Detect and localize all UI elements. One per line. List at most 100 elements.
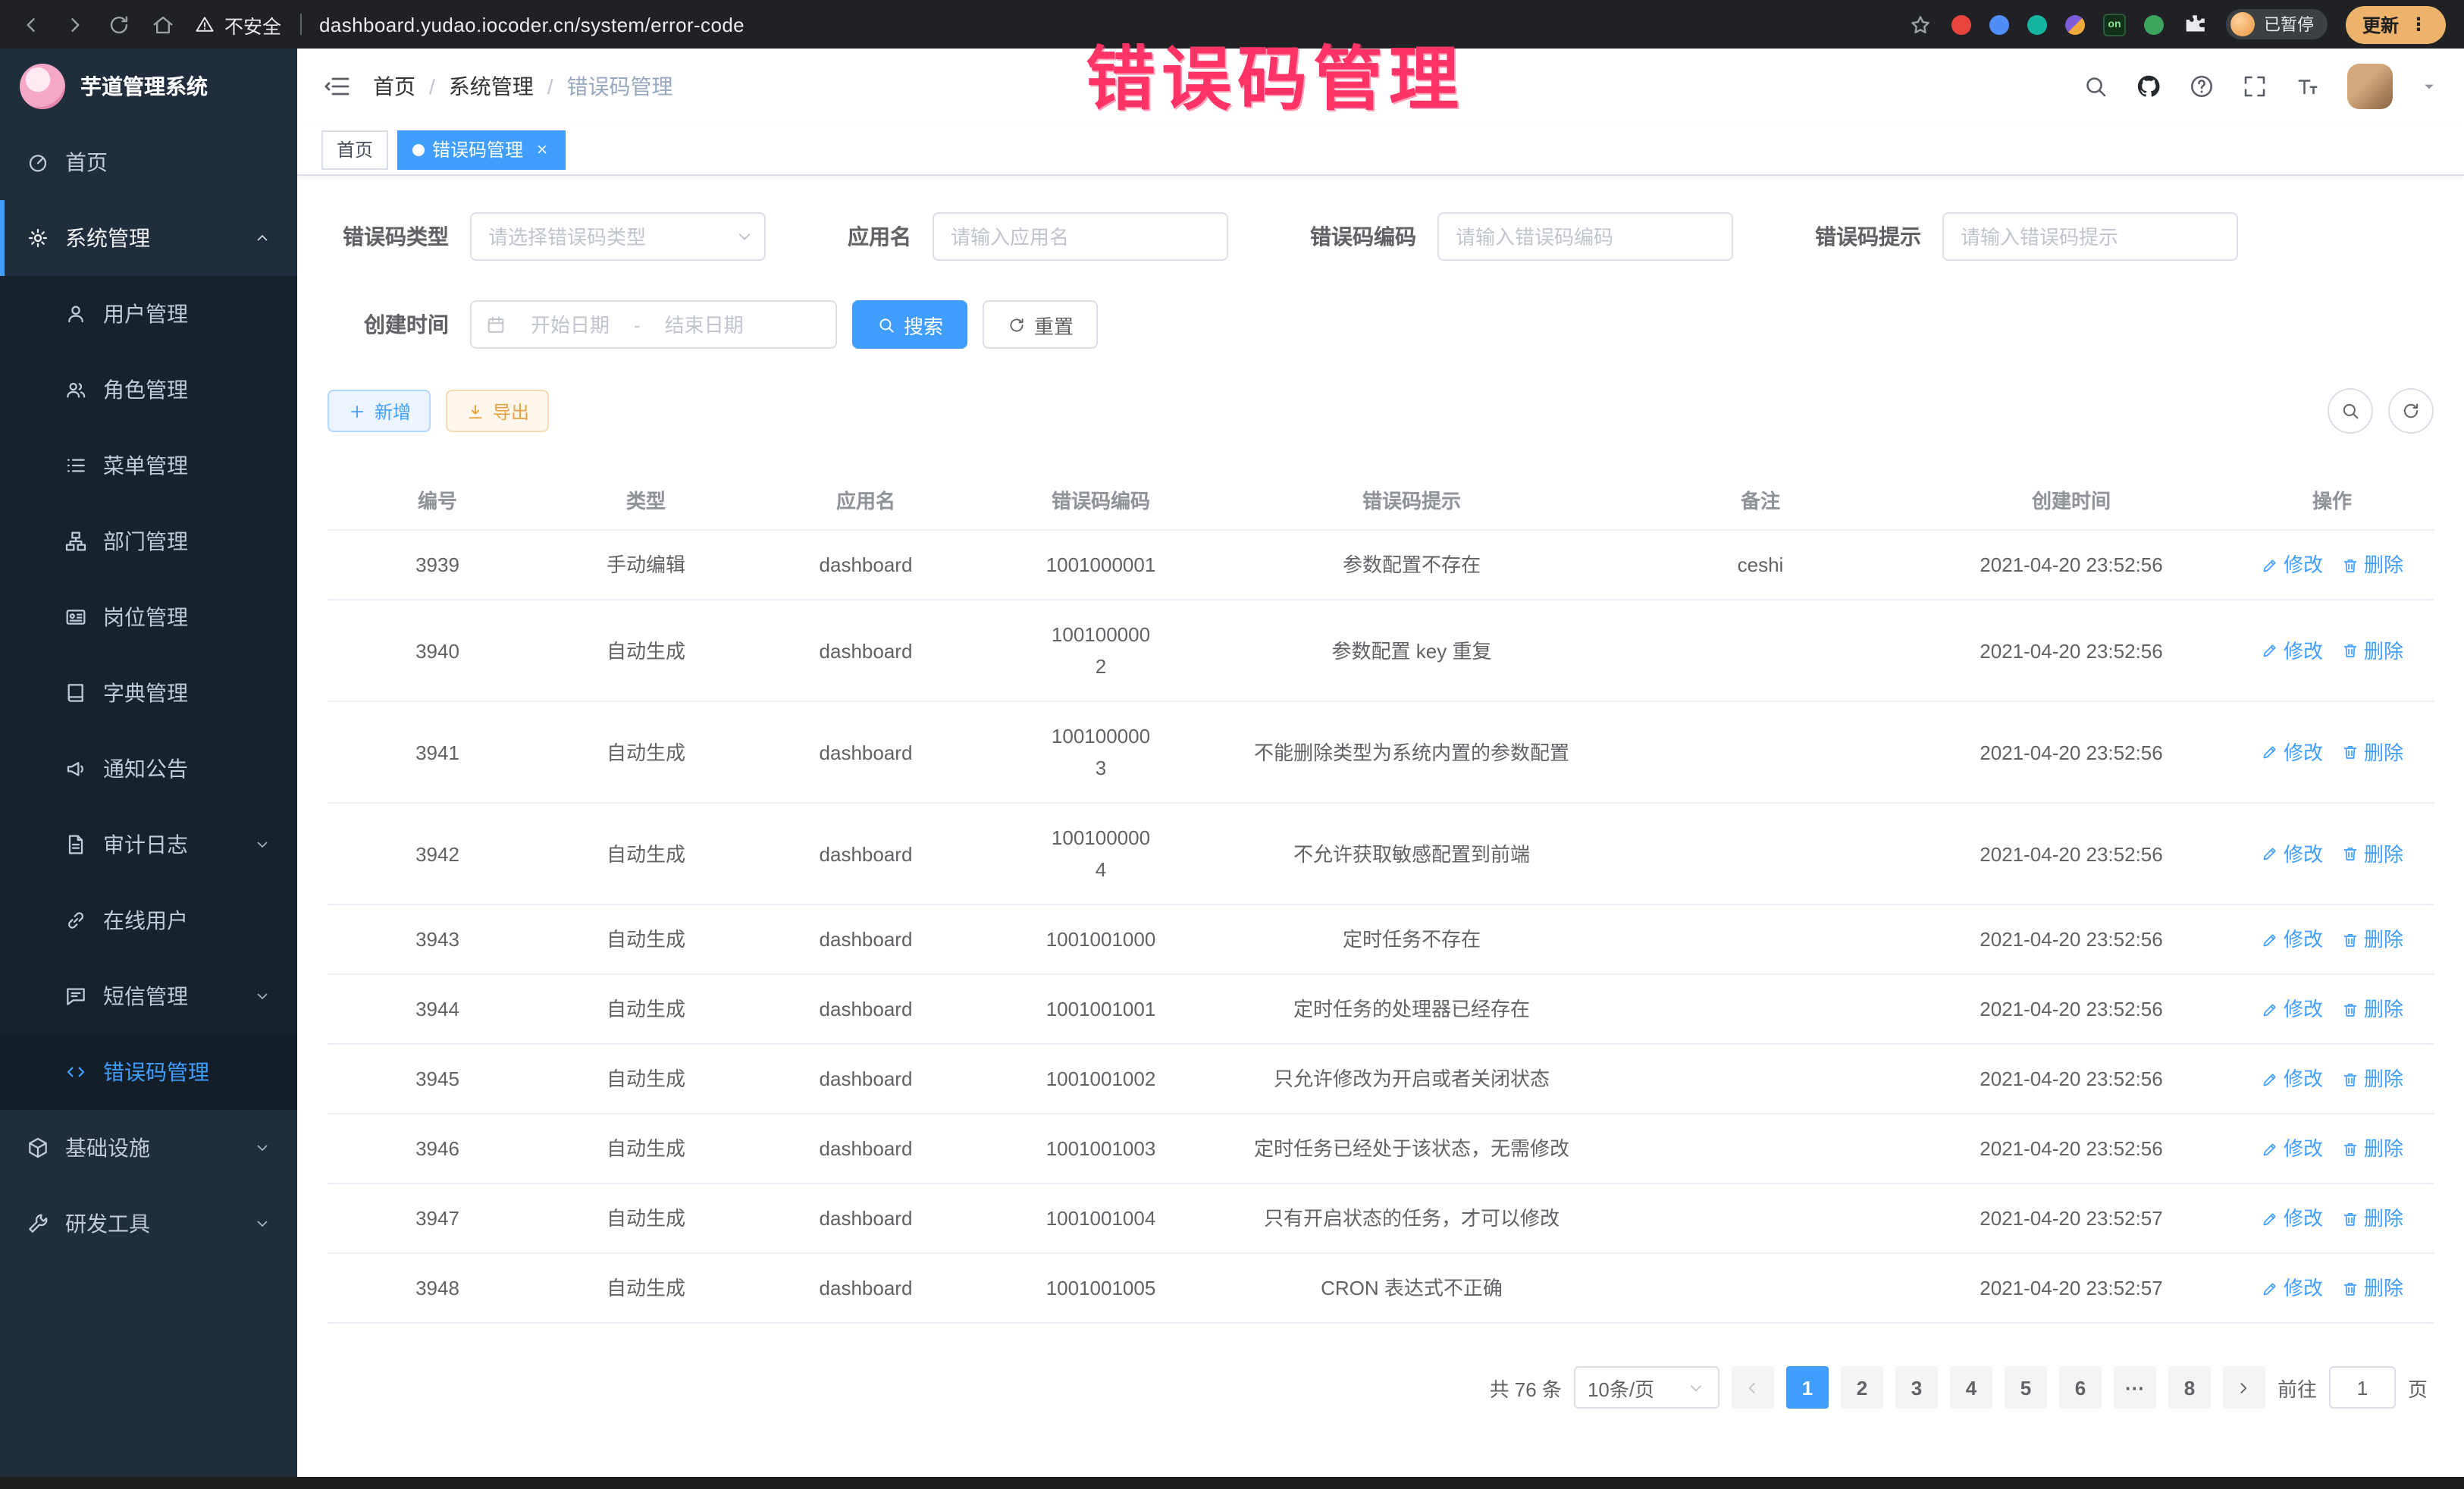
tab-error-code[interactable]: 错误码管理 (397, 130, 566, 169)
help-icon[interactable] (2188, 73, 2215, 100)
extension-icon-multicolor[interactable] (2065, 14, 2085, 34)
app-name-input[interactable] (933, 212, 1228, 261)
edit-link[interactable]: 修改 (2261, 923, 2323, 955)
edit-link[interactable]: 修改 (2261, 1272, 2323, 1304)
sidebar-item-online-users[interactable]: 在线用户 (0, 882, 297, 958)
sidebar-item-system[interactable]: 系统管理 (0, 200, 297, 276)
sidebar-item-home[interactable]: 首页 (0, 124, 297, 200)
browser-home-icon[interactable] (150, 11, 176, 37)
app-logo[interactable]: 芋道管理系统 (0, 49, 297, 124)
page-size-select[interactable]: 10条/页 (1574, 1366, 1719, 1409)
profile-paused-label: 已暂停 (2264, 12, 2314, 36)
browser-update-button[interactable]: 更新 ⋮ (2346, 5, 2446, 43)
end-date-input[interactable] (647, 313, 762, 336)
edit-link[interactable]: 修改 (2261, 635, 2323, 666)
refresh-table-button[interactable] (2388, 388, 2434, 434)
page-button-2[interactable]: 2 (1841, 1366, 1883, 1409)
page-button-6[interactable]: 6 (2059, 1366, 2102, 1409)
sidebar-item-menus[interactable]: 菜单管理 (0, 428, 297, 503)
sidebar-item-notices[interactable]: 通知公告 (0, 731, 297, 807)
chevron-up-icon (253, 229, 271, 247)
delete-link[interactable]: 删除 (2341, 736, 2403, 768)
edit-link[interactable]: 修改 (2261, 549, 2323, 581)
sidebar-item-roles[interactable]: 角色管理 (0, 352, 297, 428)
sidebar-collapse-icon[interactable] (321, 71, 352, 102)
search-button[interactable]: 搜索 (852, 300, 967, 349)
browser-reload-icon[interactable] (106, 11, 132, 37)
sidebar-item-dictionary[interactable]: 字典管理 (0, 655, 297, 731)
extension-icon-teal[interactable] (2027, 14, 2047, 34)
github-icon[interactable] (2135, 73, 2162, 100)
sidebar-item-dev-tools[interactable]: 研发工具 (0, 1186, 297, 1262)
sidebar-item-infrastructure[interactable]: 基础设施 (0, 1110, 297, 1186)
delete-link[interactable]: 删除 (2341, 635, 2403, 666)
delete-link[interactable]: 删除 (2341, 549, 2403, 581)
breadcrumb-item-system[interactable]: 系统管理 (449, 71, 534, 102)
user-avatar[interactable] (2347, 64, 2393, 109)
cell-type: 自动生成 (547, 820, 745, 888)
edit-link[interactable]: 修改 (2261, 1202, 2323, 1234)
error-code-input[interactable] (1437, 212, 1733, 261)
sidebar-item-sms[interactable]: 短信管理 (0, 958, 297, 1034)
edit-link[interactable]: 修改 (2261, 993, 2323, 1025)
sidebar-item-users[interactable]: 用户管理 (0, 276, 297, 352)
page-button-8[interactable]: 8 (2168, 1366, 2211, 1409)
edit-link[interactable]: 修改 (2261, 736, 2323, 768)
add-button[interactable]: 新增 (328, 390, 431, 432)
extension-icon-red[interactable] (1951, 14, 1971, 34)
error-hint-input[interactable] (1942, 212, 2238, 261)
column-header-actions: 操作 (2230, 470, 2434, 529)
close-icon[interactable] (534, 141, 550, 158)
edit-link-label: 修改 (2284, 1063, 2323, 1095)
error-type-select[interactable] (470, 212, 766, 261)
date-range-picker[interactable]: - (470, 300, 837, 349)
delete-link[interactable]: 删除 (2341, 1133, 2403, 1165)
start-date-input[interactable] (513, 313, 628, 336)
profile-avatar (2230, 12, 2255, 36)
next-page-button[interactable] (2223, 1366, 2265, 1409)
extension-icon-on[interactable]: on (2103, 13, 2126, 36)
sidebar-item-departments[interactable]: 部门管理 (0, 503, 297, 579)
security-indicator[interactable]: 不安全 (194, 10, 281, 39)
reset-button[interactable]: 重置 (983, 300, 1098, 349)
delete-link[interactable]: 删除 (2341, 1272, 2403, 1304)
breadcrumb-item-home[interactable]: 首页 (373, 71, 415, 102)
address-url[interactable]: dashboard.yudao.iocoder.cn/system/error-… (319, 13, 745, 36)
font-size-icon[interactable] (2294, 73, 2321, 100)
edit-link[interactable]: 修改 (2261, 1133, 2323, 1165)
sidebar-item-error-code[interactable]: 错误码管理 (0, 1034, 297, 1110)
page-button-4[interactable]: 4 (1950, 1366, 1992, 1409)
export-button[interactable]: 导出 (446, 390, 549, 432)
search-icon[interactable] (2082, 73, 2109, 100)
delete-link[interactable]: 删除 (2341, 838, 2403, 870)
jump-page-input[interactable] (2329, 1366, 2396, 1409)
page-button-1[interactable]: 1 (1786, 1366, 1829, 1409)
more-pages-button[interactable]: ··· (2114, 1366, 2156, 1409)
extensions-puzzle-icon[interactable] (2182, 11, 2208, 37)
fullscreen-icon[interactable] (2241, 73, 2268, 100)
sidebar-item-posts[interactable]: 岗位管理 (0, 579, 297, 655)
trash-icon (2341, 1279, 2359, 1297)
page-button-3[interactable]: 3 (1895, 1366, 1938, 1409)
toggle-search-button[interactable] (2328, 388, 2373, 434)
avatar-caret-down-icon[interactable] (2419, 76, 2440, 97)
tab-home[interactable]: 首页 (321, 130, 388, 169)
browser-menu-kebab-icon[interactable]: ⋮ (2409, 14, 2429, 35)
prev-page-button[interactable] (1732, 1366, 1774, 1409)
extension-icon-blue[interactable] (1989, 14, 2009, 34)
delete-link[interactable]: 删除 (2341, 923, 2403, 955)
bookmark-star-icon[interactable] (1908, 11, 1933, 37)
edit-link[interactable]: 修改 (2261, 1063, 2323, 1095)
reset-button-label: 重置 (1034, 310, 1074, 339)
delete-link[interactable]: 删除 (2341, 1063, 2403, 1095)
sidebar-item-audit-log[interactable]: 审计日志 (0, 807, 297, 882)
error-type-select-input[interactable] (470, 212, 766, 261)
browser-back-icon[interactable] (18, 11, 44, 37)
extension-icon-green[interactable] (2144, 14, 2164, 34)
browser-profile-badge[interactable]: 已暂停 (2226, 9, 2328, 39)
edit-link[interactable]: 修改 (2261, 838, 2323, 870)
delete-link[interactable]: 删除 (2341, 1202, 2403, 1234)
page-button-5[interactable]: 5 (2005, 1366, 2047, 1409)
delete-link[interactable]: 删除 (2341, 993, 2403, 1025)
browser-forward-icon[interactable] (62, 11, 88, 37)
